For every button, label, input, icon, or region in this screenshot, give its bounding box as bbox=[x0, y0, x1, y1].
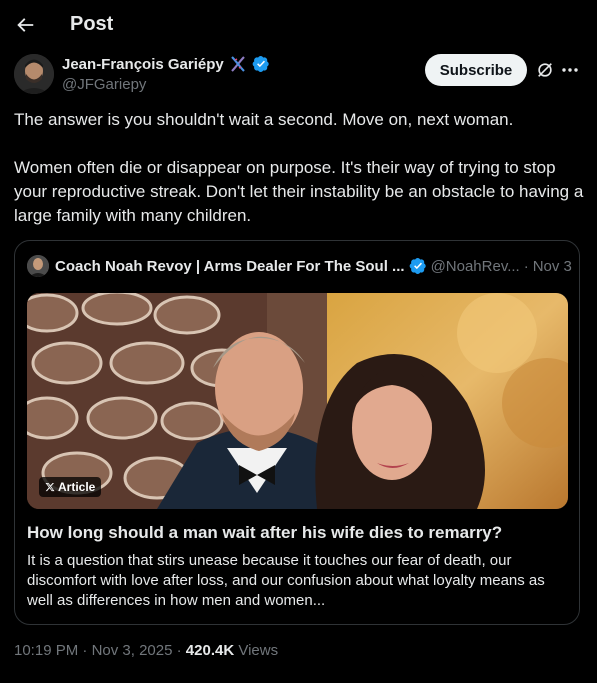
post-author: Jean-François Gariépy @JFGariepy Subscri… bbox=[14, 54, 584, 98]
article-badge-label: Article bbox=[58, 480, 96, 494]
article-title: How long should a man wait after his wif… bbox=[27, 523, 503, 542]
separator-dot: · bbox=[176, 642, 182, 659]
post-meta: 10:19 PM · Nov 3, 2025 · 420.4K Views bbox=[14, 642, 278, 659]
separator-dot: · bbox=[523, 257, 529, 275]
quoted-post-header: Coach Noah Revoy | Arms Dealer For The S… bbox=[27, 254, 572, 278]
author-name-row: Jean-François Gariépy bbox=[62, 55, 270, 73]
author-handle[interactable]: @JFGariepy bbox=[62, 76, 146, 93]
more-icon[interactable] bbox=[560, 60, 580, 80]
back-arrow-icon[interactable] bbox=[14, 14, 36, 36]
views-count: 420.4K bbox=[185, 642, 235, 659]
article-cover-image bbox=[27, 293, 568, 509]
post-text: The answer is you shouldn't wait a secon… bbox=[14, 108, 584, 228]
post-date[interactable]: Nov 3, 2025 bbox=[92, 642, 173, 659]
post-paragraph: The answer is you shouldn't wait a secon… bbox=[14, 110, 514, 129]
quoted-author-name: Coach Noah Revoy | Arms Dealer For The S… bbox=[55, 257, 405, 275]
article-cover-photo bbox=[27, 293, 568, 509]
page-title: Post bbox=[70, 13, 114, 35]
author-avatar[interactable] bbox=[14, 54, 54, 94]
quoted-avatar-image bbox=[27, 255, 49, 277]
author-name[interactable]: Jean-François Gariépy bbox=[62, 56, 224, 73]
views-label: Views bbox=[238, 642, 279, 659]
quoted-post-date: Nov 3 bbox=[532, 257, 572, 275]
separator-dot: · bbox=[82, 642, 88, 659]
x-logo-icon bbox=[45, 482, 55, 492]
verified-badge-icon bbox=[252, 55, 269, 73]
verified-badge-icon bbox=[409, 257, 426, 275]
article-badge: Article bbox=[39, 477, 102, 497]
quoted-author-avatar[interactable] bbox=[27, 255, 49, 277]
post-paragraph: Women often die or disappear on purpose.… bbox=[14, 158, 584, 225]
post-time[interactable]: 10:19 PM bbox=[14, 642, 78, 659]
quoted-post[interactable]: Coach Noah Revoy | Arms Dealer For The S… bbox=[14, 240, 580, 625]
article-description: It is a question that stirs unease becau… bbox=[27, 552, 545, 609]
quoted-author-handle: @NoahRev... bbox=[430, 257, 520, 275]
grok-icon[interactable] bbox=[536, 61, 554, 79]
subscribe-button[interactable]: Subscribe bbox=[425, 54, 527, 86]
top-bar: Post bbox=[0, 0, 597, 52]
author-avatar-image bbox=[14, 54, 54, 94]
dna-emoji-icon bbox=[230, 56, 245, 72]
